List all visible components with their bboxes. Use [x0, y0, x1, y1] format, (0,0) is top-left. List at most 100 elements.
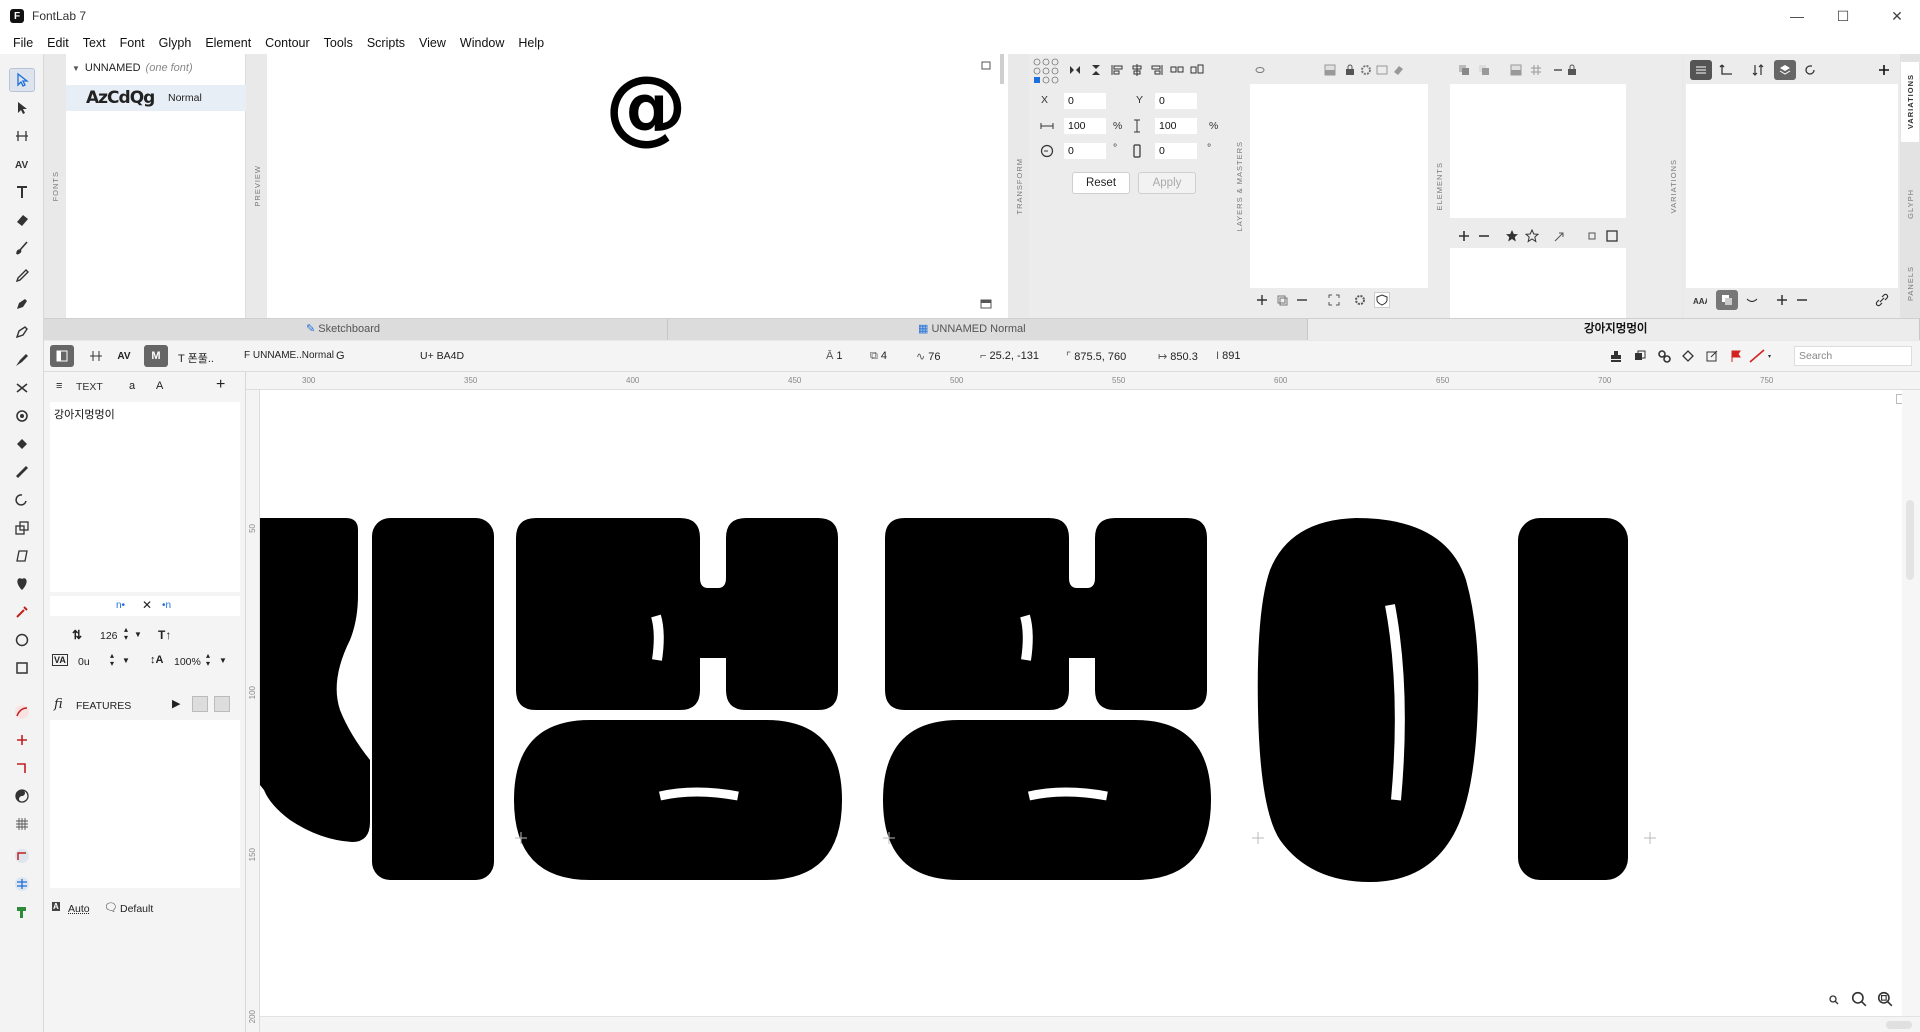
fit-icon[interactable]: [1326, 292, 1342, 308]
width-scale-field[interactable]: 100: [1063, 117, 1107, 135]
fill-tool[interactable]: [9, 432, 35, 456]
gear-icon[interactable]: [1358, 62, 1374, 78]
unicode-field[interactable]: U+ BA4D: [420, 350, 464, 362]
glyph-meong-2[interactable]: [883, 518, 1211, 880]
duplicate-layer-icon[interactable]: [1274, 292, 1290, 308]
auto-label[interactable]: Auto: [68, 903, 90, 915]
text-variation-icon[interactable]: AAA: [1692, 292, 1708, 308]
brush-tool[interactable]: [9, 236, 35, 260]
menu-view[interactable]: View: [412, 32, 453, 54]
font-field[interactable]: F UNNAME..Normal: [244, 350, 334, 361]
kerning-tool[interactable]: AV: [9, 152, 35, 176]
shape-tool[interactable]: [9, 572, 35, 596]
stroke-color-icon[interactable]: [1746, 345, 1776, 367]
grid-tool[interactable]: [9, 812, 35, 836]
node-tool[interactable]: [9, 728, 35, 752]
preview-options-icon[interactable]: [978, 58, 994, 74]
uppercase-button[interactable]: A: [156, 380, 163, 392]
font-size-dropdown-icon[interactable]: ▼: [134, 630, 142, 639]
menu-window[interactable]: Window: [453, 32, 511, 54]
metrics-mode-icon[interactable]: [84, 345, 108, 367]
refresh-icon[interactable]: [1802, 62, 1818, 78]
tab-sketchboard[interactable]: ✎ Sketchboard: [44, 319, 668, 340]
font-size-stepper-icon[interactable]: ▴ ▾: [124, 626, 128, 642]
glyph-canvas[interactable]: 300 350 400 450 500 550 600 650 700 750 …: [246, 372, 1920, 1032]
knife-tool[interactable]: [9, 376, 35, 400]
search-input[interactable]: Search: [1794, 346, 1912, 366]
element-frame-icon[interactable]: [1604, 228, 1620, 244]
menu-element[interactable]: Element: [198, 32, 258, 54]
export-icon[interactable]: [1700, 345, 1724, 367]
features-panel-icon[interactable]: [192, 696, 208, 712]
scissors-tool[interactable]: [9, 404, 35, 428]
kerning-mode-icon[interactable]: AV: [112, 345, 136, 367]
element-copy-icon[interactable]: [1456, 62, 1472, 78]
height-scale-field[interactable]: 100: [1154, 117, 1198, 135]
rectangle-tool[interactable]: [9, 656, 35, 680]
remove-layer-icon[interactable]: [1294, 292, 1310, 308]
rapid-tool[interactable]: [9, 320, 35, 344]
remove-instance-icon[interactable]: [1794, 292, 1810, 308]
align-center-icon[interactable]: [1129, 62, 1145, 78]
variations-area[interactable]: [1686, 84, 1898, 288]
text-content[interactable]: 강아지멍멍이: [54, 406, 115, 422]
zoom-small-icon[interactable]: [1826, 992, 1842, 1008]
match-size-icon[interactable]: [1189, 62, 1205, 78]
add-text-icon[interactable]: +: [216, 376, 225, 394]
font-tree-row[interactable]: ▼ UNNAMED (one font): [72, 62, 193, 74]
lock-icon[interactable]: [1342, 62, 1358, 78]
ruler-horizontal[interactable]: 300 350 400 450 500 550 600 650 700 750: [246, 372, 1920, 390]
line-height-dropdown-icon[interactable]: ▼: [219, 656, 227, 665]
contour-tool[interactable]: [9, 68, 35, 92]
curve-tool[interactable]: [9, 700, 35, 724]
add-master-icon[interactable]: [1876, 62, 1892, 78]
glyph-ji[interactable]: [260, 518, 494, 880]
apply-button[interactable]: Apply: [1138, 172, 1196, 194]
corner-tool[interactable]: [9, 756, 35, 780]
scale-tool[interactable]: [9, 516, 35, 540]
elements-list[interactable]: [1450, 84, 1626, 218]
flag-icon[interactable]: [1724, 345, 1748, 367]
menu-help[interactable]: Help: [511, 32, 551, 54]
align-right-icon[interactable]: [1149, 62, 1165, 78]
add-element-icon[interactable]: [1456, 228, 1472, 244]
element-tool[interactable]: [9, 96, 35, 120]
shield-icon[interactable]: [1374, 292, 1390, 308]
variations-sliders-icon[interactable]: [1690, 60, 1712, 80]
align-left-icon[interactable]: [1109, 62, 1125, 78]
line-height-field[interactable]: 100%: [174, 656, 201, 668]
prefix-marker[interactable]: n•: [116, 600, 125, 611]
stamp-icon[interactable]: [1604, 345, 1628, 367]
layer-visibility-icon[interactable]: [1322, 62, 1338, 78]
add-instance-icon[interactable]: [1774, 292, 1790, 308]
vertical-scrollbar[interactable]: [1902, 390, 1920, 1032]
maximize-button[interactable]: ☐: [1820, 0, 1866, 32]
text-editor[interactable]: 강아지멍멍이: [50, 402, 240, 592]
layer-settings-icon[interactable]: [1352, 292, 1368, 308]
link-chain-icon[interactable]: [1874, 292, 1890, 308]
axes-icon[interactable]: [1718, 62, 1734, 78]
copy-layers-icon[interactable]: [1628, 345, 1652, 367]
ellipse-tool[interactable]: [9, 628, 35, 652]
slant-field[interactable]: 0: [1154, 142, 1198, 160]
element-lock-icon[interactable]: [1564, 62, 1580, 78]
tab-unnamed-normal[interactable]: ▦ UNNAMED Normal: [668, 319, 1308, 340]
side-tab-panels[interactable]: PANELS: [1901, 254, 1919, 314]
eye-closed-icon[interactable]: [1744, 292, 1760, 308]
font-style-row[interactable]: AzCdQg Normal: [66, 85, 246, 111]
features-list[interactable]: [50, 720, 240, 888]
yin-yang-tool[interactable]: [9, 784, 35, 808]
stem-tool[interactable]: [9, 844, 35, 868]
lowercase-button[interactable]: a: [129, 380, 135, 392]
features-edit-icon[interactable]: [214, 696, 230, 712]
pencil-tool[interactable]: [9, 264, 35, 288]
reset-button[interactable]: Reset: [1072, 172, 1130, 194]
text-size-icon[interactable]: T↑: [158, 628, 171, 642]
element-view-icon[interactable]: [1508, 62, 1524, 78]
hammer-tool[interactable]: [9, 900, 35, 924]
menu-edit[interactable]: Edit: [40, 32, 76, 54]
mask-icon[interactable]: [1374, 62, 1390, 78]
star-outline-icon[interactable]: [1524, 228, 1540, 244]
text-field[interactable]: T 폰풀..: [178, 350, 214, 366]
element-transform-icon[interactable]: [1552, 228, 1568, 244]
